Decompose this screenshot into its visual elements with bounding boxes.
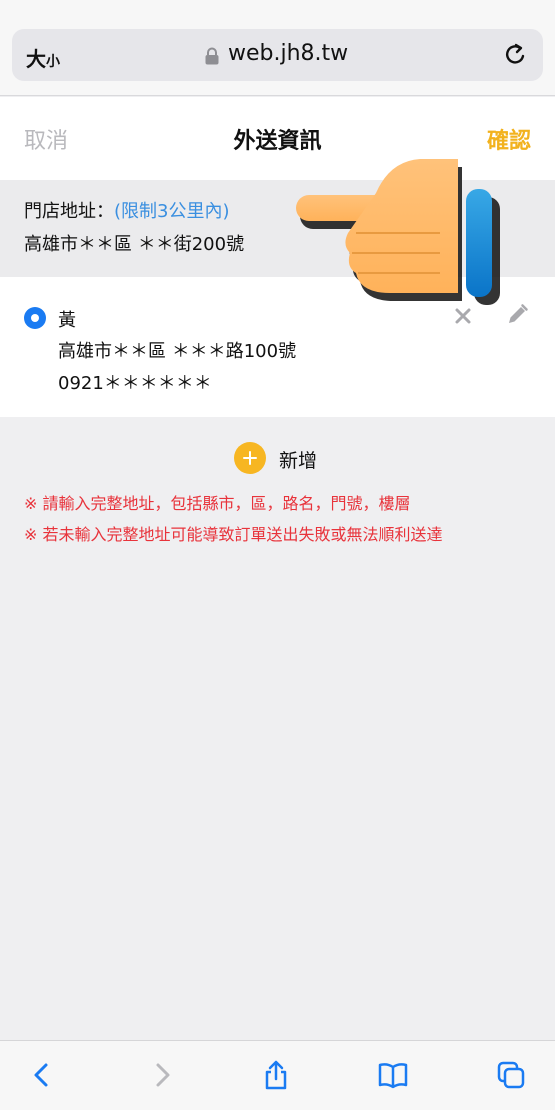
edit-icon[interactable] (505, 303, 529, 327)
browser-top-bar: 大小 web.jh8.tw (0, 0, 555, 96)
share-icon[interactable] (260, 1059, 292, 1091)
delete-icon[interactable] (452, 305, 474, 327)
url-text[interactable]: web.jh8.tw (228, 41, 348, 66)
lock-icon (205, 47, 219, 65)
recipient-address: 高雄市＊＊區 ＊＊＊路100號 (58, 341, 297, 362)
bookmarks-icon[interactable] (377, 1059, 409, 1091)
page-title: 外送資訊 (233, 129, 322, 154)
address-bar[interactable]: 大小 web.jh8.tw (12, 29, 543, 81)
pointing-hand-icon (296, 159, 500, 305)
forward-icon[interactable] (146, 1059, 178, 1091)
recipient-phone: 0921＊＊＊＊＊＊ (58, 373, 212, 394)
address-radio-selected[interactable] (24, 307, 46, 329)
back-icon[interactable] (26, 1059, 58, 1091)
tabs-icon[interactable] (495, 1059, 527, 1091)
address-warning: ※ 若未輸入完整地址可能導致訂單送出失敗或無法順利送達 (24, 525, 443, 544)
confirm-button[interactable]: 確認 (487, 123, 531, 155)
browser-toolbar (0, 1040, 555, 1110)
store-address-label: 門店地址：(限制3公里內) (24, 201, 230, 222)
distance-limit-note: (限制3公里內) (114, 201, 230, 222)
add-address-button[interactable]: 新增 (0, 440, 555, 476)
add-address-label[interactable]: 新增 (279, 446, 317, 473)
store-address: 高雄市＊＊區 ＊＊街200號 (24, 234, 245, 255)
reload-icon[interactable] (503, 42, 529, 68)
recipient-name: 黃 (58, 310, 76, 331)
text-size-button[interactable]: 大小 (26, 43, 60, 72)
address-notice: ※ 請輸入完整地址，包括縣市，區，路名，門號，樓層 (24, 494, 411, 513)
plus-icon[interactable] (234, 442, 266, 474)
